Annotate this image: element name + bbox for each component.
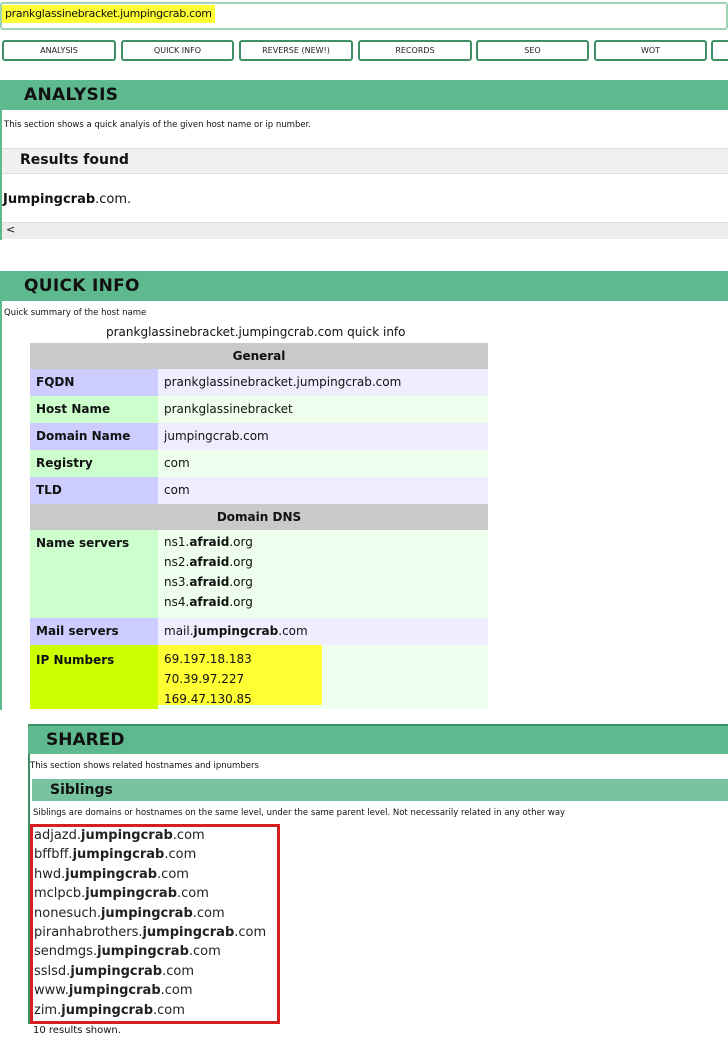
ip-numbers-cell: 69.197.18.183 70.39.97.227 169.47.130.85 (158, 645, 488, 709)
domain-name-value: jumpingcrab.com (158, 423, 488, 450)
list-item[interactable]: mclpcb.jumpingcrab.com (34, 884, 266, 903)
table-row: TLD com (30, 477, 488, 504)
horizontal-scrollbar[interactable] (2, 222, 728, 239)
url-text: prankglassinebracket.jumpingcrab.com (2, 5, 215, 23)
general-header: General (30, 343, 488, 369)
quick-info-caption: prankglassinebracket.jumpingcrab.com qui… (106, 325, 406, 339)
tld-label: TLD (30, 477, 158, 504)
analysis-result: Jumpingcrab.com. (3, 192, 131, 207)
table-row: Mail servers mail.jumpingcrab.com (30, 618, 488, 645)
list-item[interactable]: sendmgs.jumpingcrab.com (34, 942, 266, 961)
fqdn-label: FQDN (30, 369, 158, 396)
nav-wot-button[interactable]: WOT (594, 40, 707, 61)
fqdn-value: prankglassinebracket.jumpingcrab.com (158, 369, 488, 396)
results-found-heading: Results found (20, 152, 129, 168)
quick-info-title: QUICK INFO (24, 276, 140, 296)
registry-label: Registry (30, 450, 158, 477)
table-row: Registry com (30, 450, 488, 477)
ip-numbers-highlight: 69.197.18.183 70.39.97.227 169.47.130.85 (158, 645, 322, 706)
mail-servers-label: Mail servers (30, 618, 158, 645)
list-item[interactable]: piranhabrothers.jumpingcrab.com (34, 923, 266, 942)
shared-description: This section shows related hostnames and… (30, 761, 259, 771)
domain-dns-header: Domain DNS (30, 504, 488, 530)
table-row: IP Numbers 69.197.18.183 70.39.97.227 16… (30, 645, 488, 709)
table-row: Domain Name jumpingcrab.com (30, 423, 488, 450)
quick-info-table: General FQDN prankglassinebracket.jumpin… (30, 343, 488, 709)
list-item[interactable]: nonesuch.jumpingcrab.com (34, 904, 266, 923)
siblings-list: adjazd.jumpingcrab.com bffbff.jumpingcra… (34, 826, 266, 1020)
host-name-value: prankglassinebracket (158, 396, 488, 423)
analysis-title: ANALYSIS (24, 85, 119, 105)
siblings-description: Siblings are domains or hostnames on the… (33, 808, 566, 818)
list-item[interactable]: adjazd.jumpingcrab.com (34, 826, 266, 845)
list-item[interactable]: sslsd.jumpingcrab.com (34, 962, 266, 981)
result-domain-suffix: .com. (95, 192, 132, 207)
name-servers-label: Name servers (30, 530, 158, 618)
ip-numbers-label: IP Numbers (30, 645, 158, 709)
shared-header: SHARED (28, 724, 728, 754)
analysis-description: This section shows a quick analyis of th… (4, 120, 311, 130)
ip-number: 169.47.130.85 (164, 692, 252, 706)
table-row: FQDN prankglassinebracket.jumpingcrab.co… (30, 369, 488, 396)
table-row: Host Name prankglassinebracket (30, 396, 488, 423)
results-count: 10 results shown. (33, 1025, 121, 1036)
siblings-heading: Siblings (50, 782, 113, 798)
host-name-label: Host Name (30, 396, 158, 423)
analysis-header: ANALYSIS (0, 80, 728, 110)
siblings-header (32, 779, 728, 801)
section-gap (0, 710, 728, 724)
name-server-item: ns3.afraid.org (164, 575, 253, 589)
list-item[interactable]: hwd.jumpingcrab.com (34, 865, 266, 884)
tld-value: com (158, 477, 488, 504)
quick-info-header: QUICK INFO (0, 271, 728, 301)
name-server-item: ns4.afraid.org (164, 595, 253, 609)
registry-value: com (158, 450, 488, 477)
ip-number: 69.197.18.183 (164, 652, 252, 666)
nav-reverse-button[interactable]: REVERSE (NEW!) (239, 40, 353, 61)
name-server-item: ns2.afraid.org (164, 555, 253, 569)
quick-info-description: Quick summary of the host name (4, 308, 147, 318)
scroll-left-icon[interactable]: < (6, 222, 15, 238)
result-domain-bold: Jumpingcrab (3, 192, 96, 207)
nav-analysis-button[interactable]: ANALYSIS (2, 40, 116, 61)
list-item[interactable]: bffbff.jumpingcrab.com (34, 845, 266, 864)
domain-name-label: Domain Name (30, 423, 158, 450)
shared-title: SHARED (46, 730, 125, 750)
nav-seo-button[interactable]: SEO (476, 40, 589, 61)
name-servers-value: ns1.afraid.org ns2.afraid.org ns3.afraid… (158, 530, 488, 618)
nav-more-button[interactable] (711, 40, 728, 61)
name-server-item: ns1.afraid.org (164, 535, 253, 549)
mail-servers-value: mail.jumpingcrab.com (158, 618, 488, 645)
list-item[interactable]: www.jumpingcrab.com (34, 981, 266, 1000)
ip-number: 70.39.97.227 (164, 672, 245, 686)
nav-quick-info-button[interactable]: QUICK INFO (121, 40, 234, 61)
nav-records-button[interactable]: RECORDS (358, 40, 472, 61)
table-row: Name servers ns1.afraid.org ns2.afraid.o… (30, 530, 488, 618)
list-item[interactable]: zim.jumpingcrab.com (34, 1001, 266, 1020)
